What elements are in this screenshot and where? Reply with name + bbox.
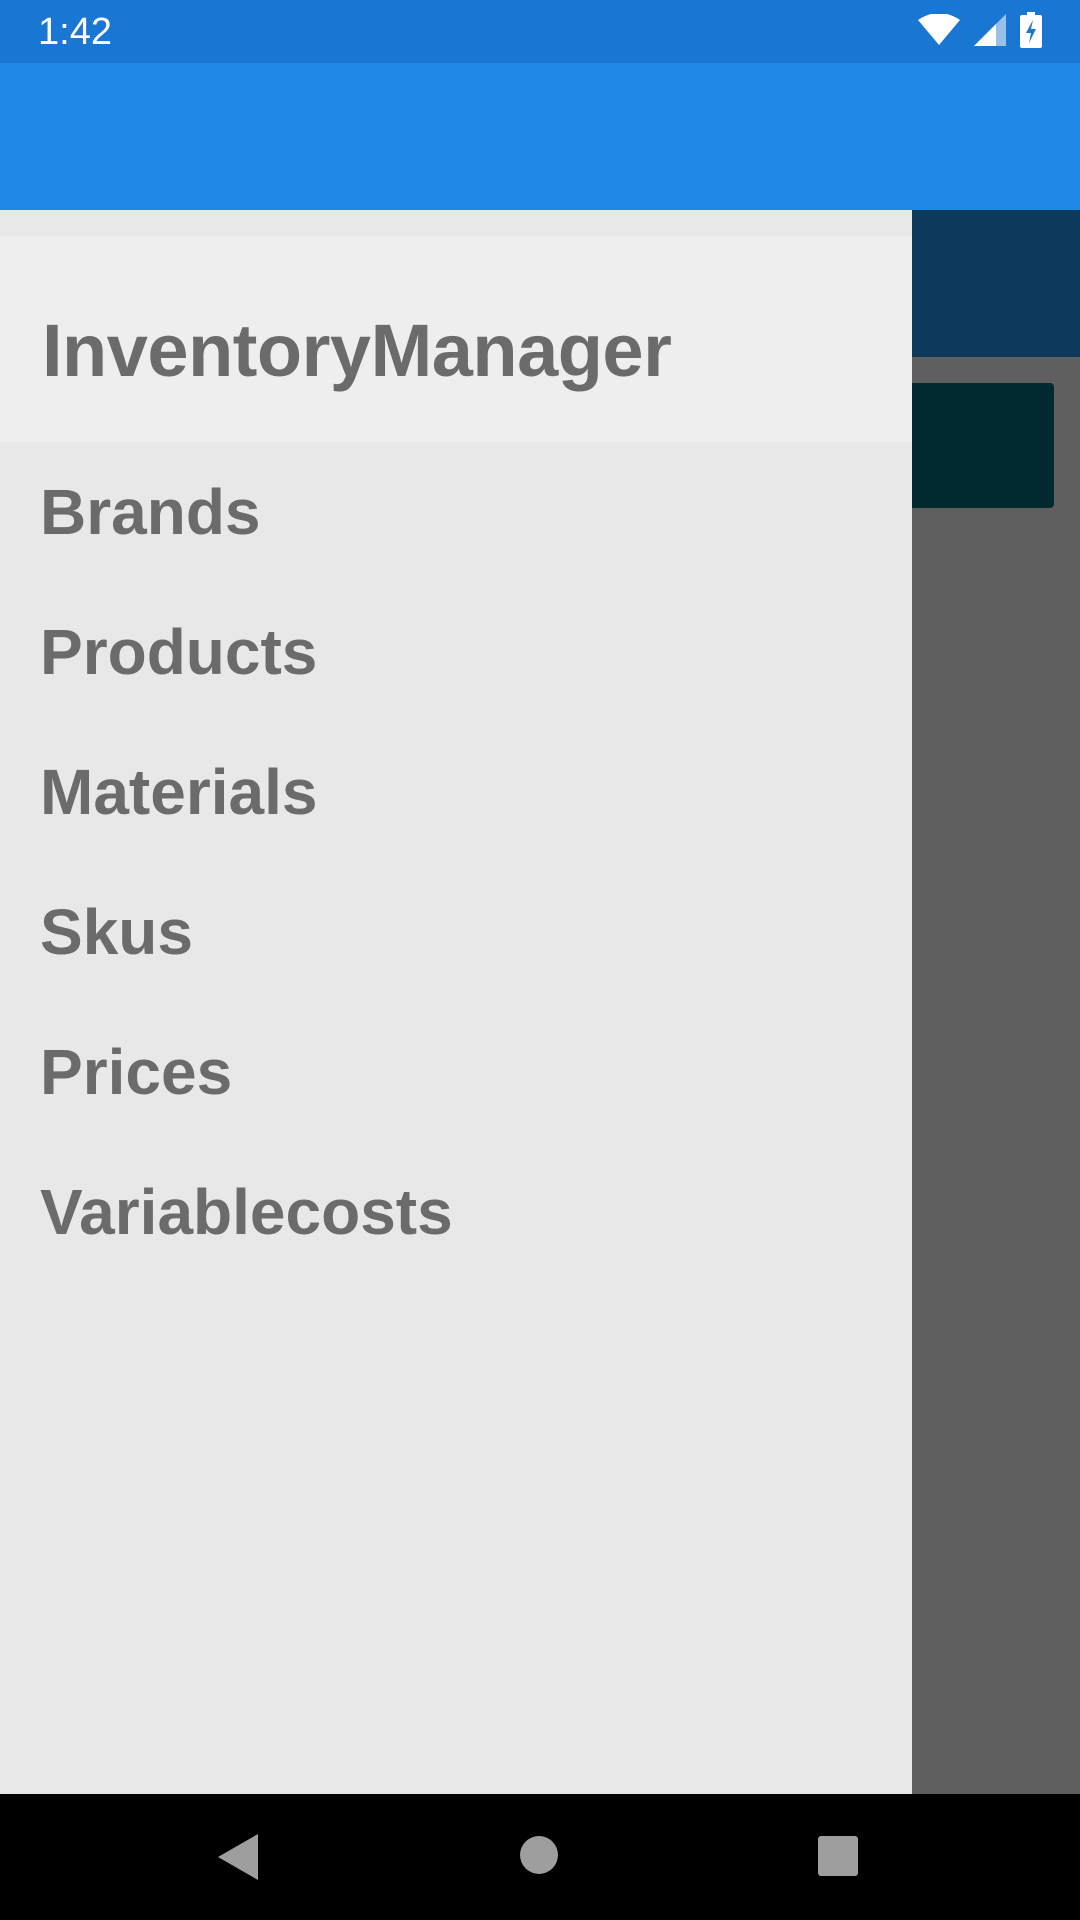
signal-icon: [974, 13, 1006, 51]
back-icon[interactable]: [218, 1834, 260, 1885]
drawer-header: InventoryManager: [0, 236, 912, 442]
menu-item-brands[interactable]: Brands: [0, 442, 912, 582]
drawer-title: InventoryManager: [42, 309, 672, 392]
menu-item-skus[interactable]: Skus: [0, 862, 912, 1002]
menu-item-prices[interactable]: Prices: [0, 1002, 912, 1142]
menu-item-products[interactable]: Products: [0, 582, 912, 722]
drawer-top-strip: [0, 210, 912, 236]
status-icons: [918, 11, 1042, 53]
menu-item-variablecosts[interactable]: Variablecosts: [0, 1142, 912, 1282]
status-time: 1:42: [38, 11, 112, 53]
navigation-bar: [0, 1794, 1080, 1920]
app-bar: [0, 63, 1080, 210]
wifi-icon: [918, 12, 960, 51]
menu-item-materials[interactable]: Materials: [0, 722, 912, 862]
battery-charging-icon: [1020, 11, 1042, 53]
status-bar: 1:42: [0, 0, 1080, 63]
navigation-drawer: InventoryManager Brands Products Materia…: [0, 210, 912, 1794]
recents-icon[interactable]: [818, 1836, 858, 1876]
drawer-menu: Brands Products Materials Skus Prices Va…: [0, 442, 912, 1282]
home-icon[interactable]: [520, 1836, 558, 1874]
